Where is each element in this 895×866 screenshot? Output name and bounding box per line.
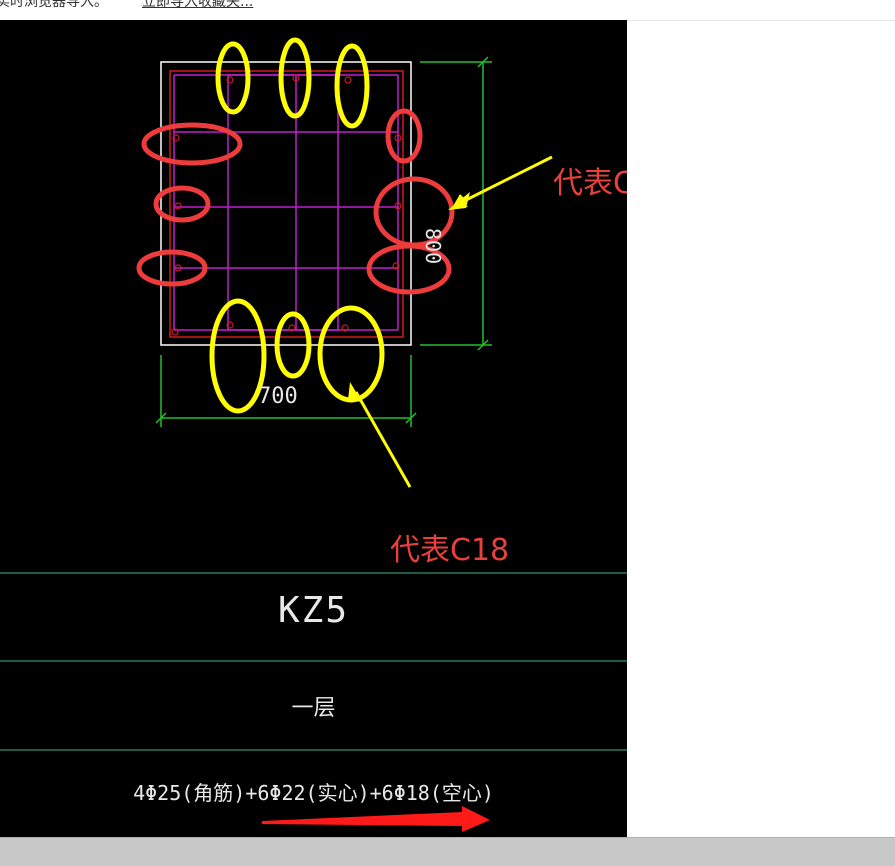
column-name: KZ5 — [277, 590, 350, 631]
red-mark-left-2 — [153, 185, 211, 223]
import-favorites-link[interactable]: 立即导入收藏夹... — [142, 0, 253, 11]
dimension-height: 800 — [421, 228, 445, 265]
arrow-c22-shaft — [457, 155, 553, 206]
label-c18: 代表C18 — [390, 533, 510, 568]
label-c22: 代表C22 — [553, 166, 627, 201]
yellow-mark-top-right — [334, 43, 370, 129]
floor-label: 一层 — [291, 696, 336, 721]
header-text: 实时浏览器导入。 — [0, 0, 108, 10]
red-mark-right-1 — [385, 108, 423, 164]
yellow-mark-top-mid — [278, 37, 312, 119]
rebar-spec: 4Φ25(角筋)+6Φ22(实心)+6Φ18(空心) — [133, 781, 494, 805]
cad-drawing-image: 700 800 代表C22 代表C18 KZ5 一层 4Φ25(角筋)+6Φ22… — [0, 20, 627, 837]
arrow-c18-shaft — [354, 391, 412, 488]
yellow-mark-bottom-left — [209, 298, 267, 414]
red-mark-left-1 — [141, 122, 243, 166]
dimension-width: 700 — [258, 384, 298, 409]
browser-top-strip: 实时浏览器导入。 立即导入收藏夹... — [0, 0, 895, 21]
red-underline-arrow — [262, 806, 490, 832]
yellow-mark-top-left — [215, 41, 251, 115]
arrow-c18-head — [348, 382, 362, 402]
yellow-marks — [209, 37, 385, 414]
horizontal-scrollbar[interactable] — [0, 837, 895, 866]
